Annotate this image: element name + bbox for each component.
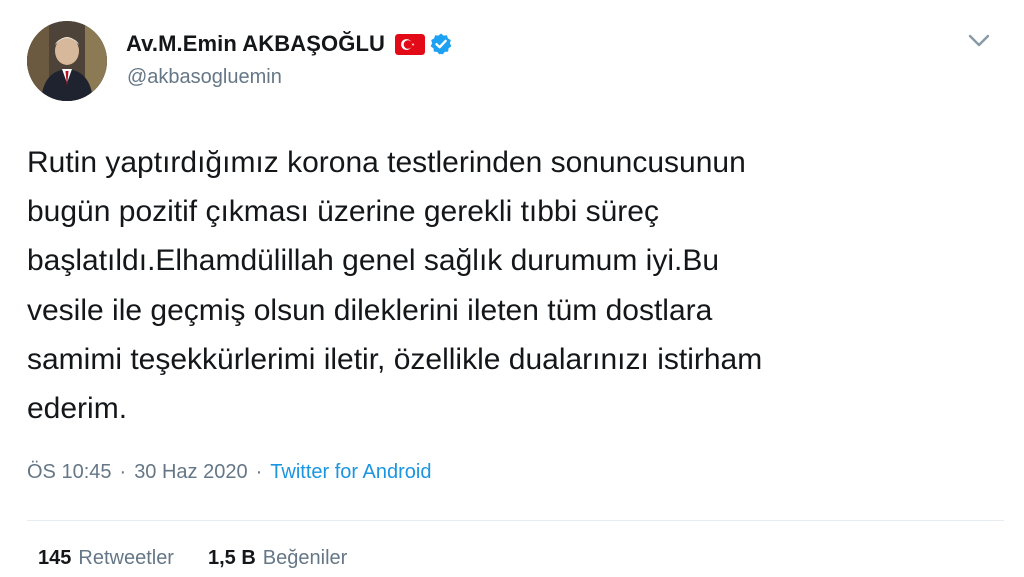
verified-badge-icon: [429, 32, 453, 56]
tweet-date[interactable]: 30 Haz 2020: [134, 461, 247, 484]
likes-stat[interactable]: 1,5 B Beğeniler: [208, 547, 347, 570]
divider: [27, 520, 1004, 521]
retweets-stat[interactable]: 145 Retweetler: [38, 547, 174, 570]
retweets-count: 145: [38, 547, 72, 569]
author-handle[interactable]: @akbasogluemin: [127, 66, 282, 89]
meta-separator: ·: [255, 461, 263, 483]
likes-count: 1,5 B: [207, 547, 256, 569]
avatar-image: [27, 21, 107, 101]
tweet-meta: ÖS 10:45 · 30 Haz 2020 · Twitter for And…: [27, 461, 431, 484]
likes-label: Beğeniler: [262, 547, 348, 569]
author-display-name[interactable]: Av.M.Emin AKBAŞOĞLU: [126, 31, 385, 57]
author-name-row: Av.M.Emin AKBAŞOĞLU: [126, 31, 453, 57]
meta-separator: ·: [119, 461, 127, 483]
retweets-label: Retweetler: [78, 547, 174, 569]
chevron-down-icon[interactable]: [966, 32, 992, 50]
tweet-source-link[interactable]: Twitter for Android: [270, 461, 431, 484]
tweet-text: Rutin yaptırdığımız korona testlerinden …: [27, 146, 763, 426]
tweet-stats: 145 Retweetler 1,5 B Beğeniler: [38, 547, 381, 570]
avatar[interactable]: [27, 21, 107, 101]
tweet-time[interactable]: ÖS 10:45: [27, 461, 112, 484]
tweet-card: Av.M.Emin AKBAŞOĞLU @akbasogluemin Rutin…: [0, 0, 1024, 577]
turkey-flag-icon: [394, 33, 425, 55]
